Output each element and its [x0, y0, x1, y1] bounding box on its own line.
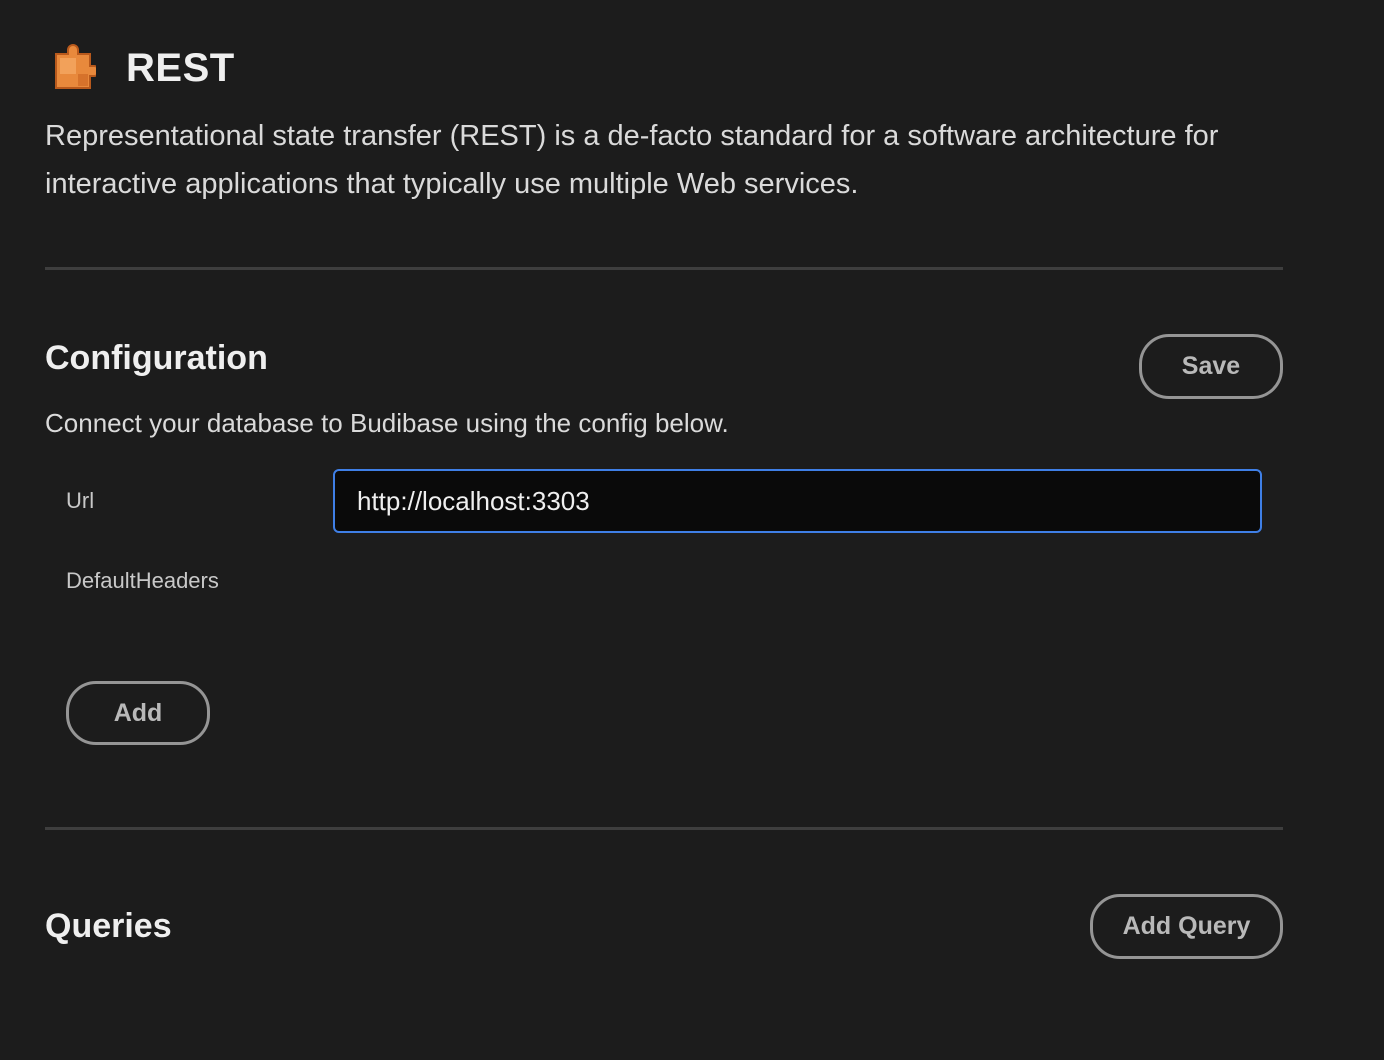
- queries-heading: Queries: [45, 907, 172, 945]
- section-divider: [45, 267, 1283, 270]
- datasource-header: REST: [50, 44, 235, 92]
- datasource-title: REST: [126, 45, 235, 90]
- add-query-button[interactable]: Add Query: [1090, 894, 1283, 959]
- configuration-heading: Configuration: [45, 339, 268, 377]
- url-label: Url: [66, 488, 95, 513]
- save-button[interactable]: Save: [1139, 334, 1283, 399]
- datasource-page: REST Representational state transfer (RE…: [0, 0, 1384, 1060]
- section-divider: [45, 827, 1283, 830]
- url-input[interactable]: [333, 469, 1262, 533]
- default-headers-label: DefaultHeaders: [66, 568, 219, 593]
- puzzle-icon: [50, 44, 96, 92]
- add-header-button[interactable]: Add: [66, 681, 210, 745]
- configuration-subtext: Connect your database to Budibase using …: [45, 408, 729, 438]
- datasource-description: Representational state transfer (REST) i…: [45, 120, 1219, 200]
